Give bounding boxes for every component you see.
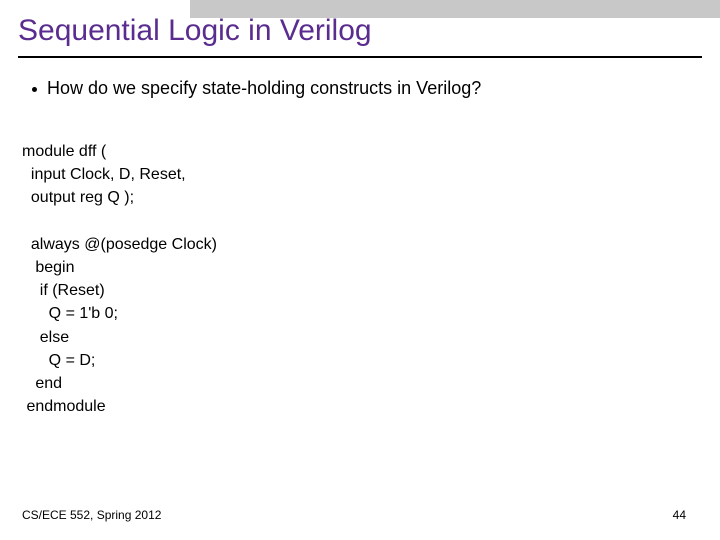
footer-course: CS/ECE 552, Spring 2012 xyxy=(22,508,161,522)
bullet-text: How do we specify state-holding construc… xyxy=(47,78,481,99)
title-underline xyxy=(18,56,702,58)
bullet-item: How do we specify state-holding construc… xyxy=(32,78,481,99)
bullet-dot-icon xyxy=(32,87,37,92)
slide-title: Sequential Logic in Verilog xyxy=(18,14,372,48)
code-block: module dff ( input Clock, D, Reset, outp… xyxy=(22,140,217,418)
footer-page-number: 44 xyxy=(673,508,686,522)
